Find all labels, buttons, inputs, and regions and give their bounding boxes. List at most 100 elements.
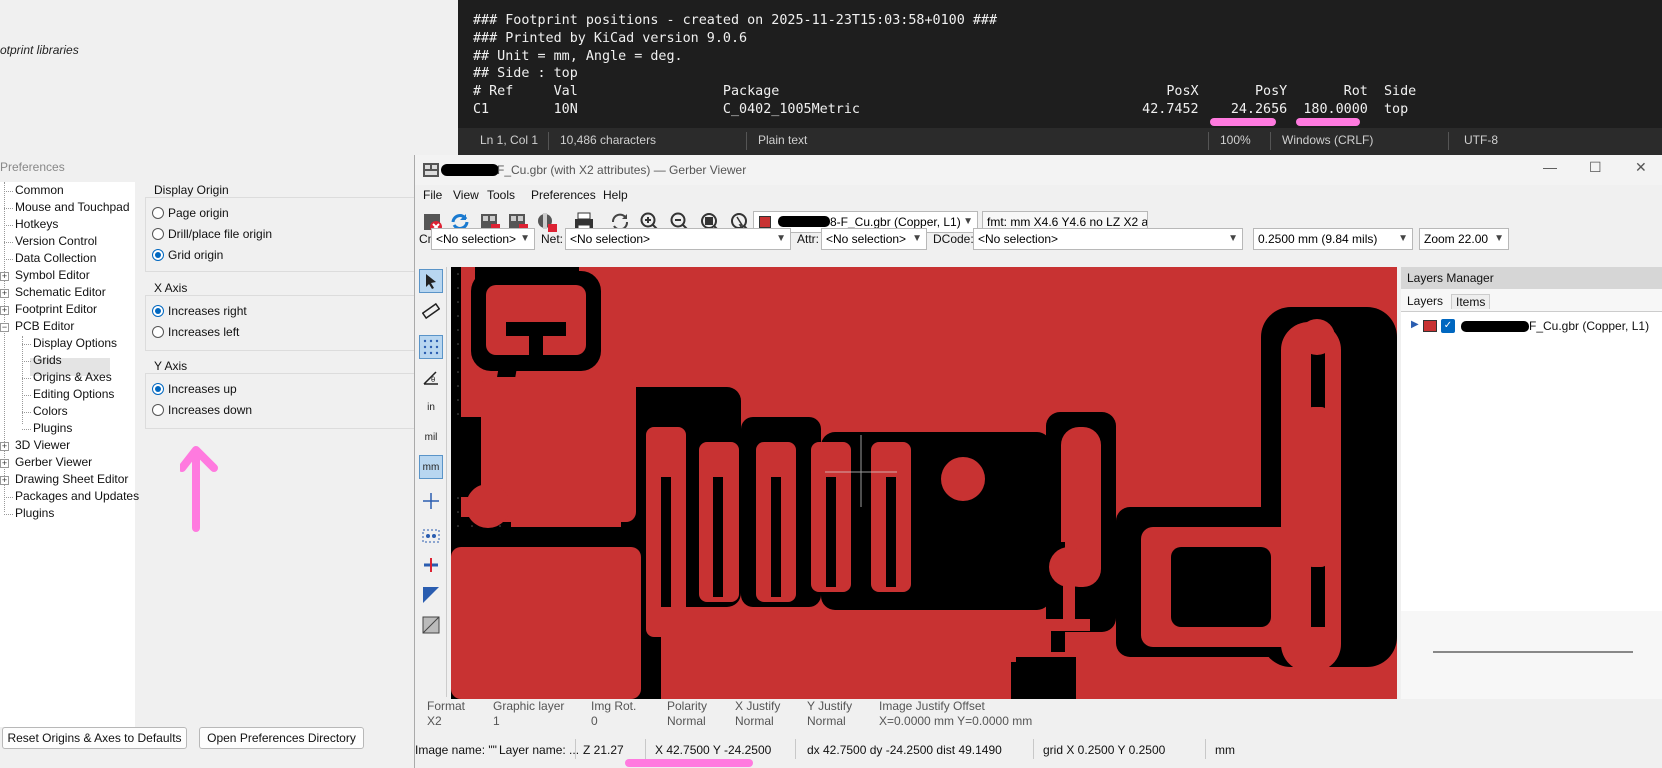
chevron-down-icon: ▼	[912, 233, 922, 244]
zoom-select[interactable]: Zoom 22.00 ▼	[1419, 228, 1509, 250]
tree-item-grids[interactable]: Grids	[33, 353, 62, 367]
tree-item-schematic-editor[interactable]: Schematic Editor	[15, 285, 106, 299]
tree-item-colors[interactable]: Colors	[33, 404, 68, 418]
maximize-icon[interactable]: ☐	[1589, 159, 1602, 176]
units-status: mm	[1215, 743, 1235, 757]
mm-units-icon[interactable]: mm	[419, 455, 443, 479]
tree-item-gerber-viewer[interactable]: Gerber Viewer	[15, 455, 92, 469]
text-line: C1 10N C_0402_1005Metric 42.7452 24.2656…	[473, 101, 1409, 117]
tree-item-common[interactable]: Common	[15, 183, 64, 197]
delta-status: dx 42.7500 dy -24.2500 dist 49.1490	[807, 743, 1002, 757]
increases-down-radio[interactable]: Increases down	[152, 403, 252, 417]
layer-visible-checkbox[interactable]: ✓	[1441, 319, 1455, 333]
encoding[interactable]: UTF-8	[1464, 133, 1498, 147]
inch-units-icon[interactable]: in	[419, 395, 443, 419]
tab-items[interactable]: Items	[1451, 294, 1491, 309]
radio-circle	[152, 404, 164, 416]
tree-item-3d-viewer[interactable]: 3D Viewer	[15, 438, 70, 452]
text-content[interactable]: ### Footprint positions - created on 202…	[473, 12, 1416, 119]
open-preferences-directory-button[interactable]: Open Preferences Directory	[199, 727, 364, 749]
status-bar: Image name: "" Layer name: ... Z 21.27 X…	[415, 735, 1662, 768]
close-icon[interactable]: ✕	[1635, 159, 1647, 176]
x-justify-value: Normal	[735, 714, 774, 728]
cmp-select[interactable]: <No selection> ▼	[431, 228, 535, 250]
xy-highlight	[625, 759, 753, 767]
increases-right-radio[interactable]: Increases right	[152, 304, 247, 318]
preferences-title: Preferences	[0, 160, 65, 174]
redacted-layer-prefix	[778, 216, 830, 227]
left-toolbar: θ in mil mm	[415, 267, 447, 697]
line-endings[interactable]: Windows (CRLF)	[1282, 133, 1373, 147]
drill-place-origin-radio[interactable]: Drill/place file origin	[152, 227, 272, 241]
offset-value: X=0.0000 mm Y=0.0000 mm	[879, 714, 1033, 728]
negative-objects-icon[interactable]	[419, 613, 443, 637]
page-origin-radio[interactable]: Page origin	[152, 206, 229, 220]
svg-text:θ: θ	[431, 376, 435, 384]
reset-origins-button[interactable]: Reset Origins & Axes to Defaults	[2, 727, 187, 749]
layers-list: ▶ ✓ F_Cu.gbr (Copper, L1)	[1401, 311, 1662, 611]
tree-item-version-control[interactable]: Version Control	[15, 234, 97, 248]
tab-layers[interactable]: Layers	[1407, 294, 1443, 308]
polarity-value: Normal	[667, 714, 706, 728]
polygons-mode-icon[interactable]	[419, 583, 443, 607]
lines-mode-icon[interactable]	[419, 553, 443, 577]
tree-item-pcb-editor[interactable]: PCB Editor	[15, 319, 74, 333]
grid-status: grid X 0.2500 Y 0.2500	[1043, 743, 1166, 757]
zoom-level[interactable]: 100%	[1220, 133, 1251, 147]
layer-color-swatch[interactable]	[1423, 320, 1437, 332]
text-line: ### Footprint positions - created on 202…	[473, 13, 998, 28]
dcode-select[interactable]: <No selection> ▼	[973, 228, 1243, 250]
tree-item-hotkeys[interactable]: Hotkeys	[15, 217, 58, 231]
expand-arrow-icon[interactable]: ▶	[1411, 319, 1419, 330]
measure-tool-icon[interactable]	[419, 299, 443, 323]
flashed-items-icon[interactable]	[419, 523, 443, 547]
menu-file[interactable]: File	[423, 188, 442, 202]
layer-row[interactable]: ▶ ✓ F_Cu.gbr (Copper, L1)	[1407, 318, 1657, 336]
chevron-down-icon: ▼	[1398, 233, 1408, 244]
tree-item-data-collection[interactable]: Data Collection	[15, 251, 96, 265]
tree-item-pcb-plugins[interactable]: Plugins	[33, 421, 72, 435]
menu-tools[interactable]: Tools	[487, 188, 515, 202]
footprint-libraries-fragment: otprint libraries	[0, 43, 79, 57]
radio-circle	[152, 228, 164, 240]
title-bar: F_Cu.gbr (with X2 attributes) — Gerber V…	[415, 155, 1662, 185]
tree-item-footprint-editor[interactable]: Footprint Editor	[15, 302, 97, 316]
img-rot-value: 0	[591, 714, 598, 728]
grid-select[interactable]: 0.2500 mm (9.84 mils) ▼	[1253, 228, 1413, 250]
tree-item-origins-axes[interactable]: Origins & Axes	[33, 370, 112, 384]
tree-item-mouse[interactable]: Mouse and Touchpad	[15, 200, 130, 214]
gerber-viewer-window: F_Cu.gbr (with X2 attributes) — Gerber V…	[414, 155, 1662, 768]
tree-item-drawing-sheet-editor[interactable]: Drawing Sheet Editor	[15, 472, 128, 486]
tree-item-display-options[interactable]: Display Options	[33, 336, 117, 350]
tree-item-plugins[interactable]: Plugins	[15, 506, 54, 520]
img-rot-label: Img Rot.	[591, 699, 637, 713]
polar-coords-icon[interactable]: θ	[419, 365, 443, 389]
polarity-label: Polarity	[667, 699, 708, 713]
attr-select[interactable]: <No selection> ▼	[821, 228, 927, 250]
tree-item-packages-updates[interactable]: Packages and Updates	[15, 489, 139, 503]
increases-left-radio[interactable]: Increases left	[152, 325, 239, 339]
menu-view[interactable]: View	[453, 188, 479, 202]
horizontal-scrollbar[interactable]	[1433, 651, 1633, 653]
menu-preferences[interactable]: Preferences	[531, 188, 596, 202]
tree-item-editing-options[interactable]: Editing Options	[33, 387, 114, 401]
format-value: X2	[427, 714, 442, 728]
window-title: F_Cu.gbr (with X2 attributes) — Gerber V…	[497, 163, 747, 177]
minimize-icon[interactable]: —	[1543, 159, 1557, 175]
tree-item-symbol-editor[interactable]: Symbol Editor	[15, 268, 90, 282]
net-select[interactable]: <No selection> ▼	[565, 228, 791, 250]
radio-circle	[152, 207, 164, 219]
display-origin-title: Display Origin	[154, 183, 233, 197]
select-tool-icon[interactable]	[419, 269, 443, 293]
posy-highlight	[1296, 118, 1360, 126]
increases-up-radio[interactable]: Increases up	[152, 382, 237, 396]
gerber-canvas[interactable]	[451, 267, 1397, 699]
grid-toggle-icon[interactable]	[419, 335, 443, 359]
menu-help[interactable]: Help	[603, 188, 628, 202]
grid-origin-radio[interactable]: Grid origin	[152, 248, 223, 262]
cursor-shape-icon[interactable]	[419, 489, 443, 513]
dcode-label: DCode:	[933, 232, 974, 246]
layers-manager-panel: Layers Manager Layers Items ▶ ✓ F_Cu.gbr…	[1401, 267, 1662, 699]
gerber-app-icon	[423, 163, 439, 177]
mil-units-icon[interactable]: mil	[419, 425, 443, 449]
